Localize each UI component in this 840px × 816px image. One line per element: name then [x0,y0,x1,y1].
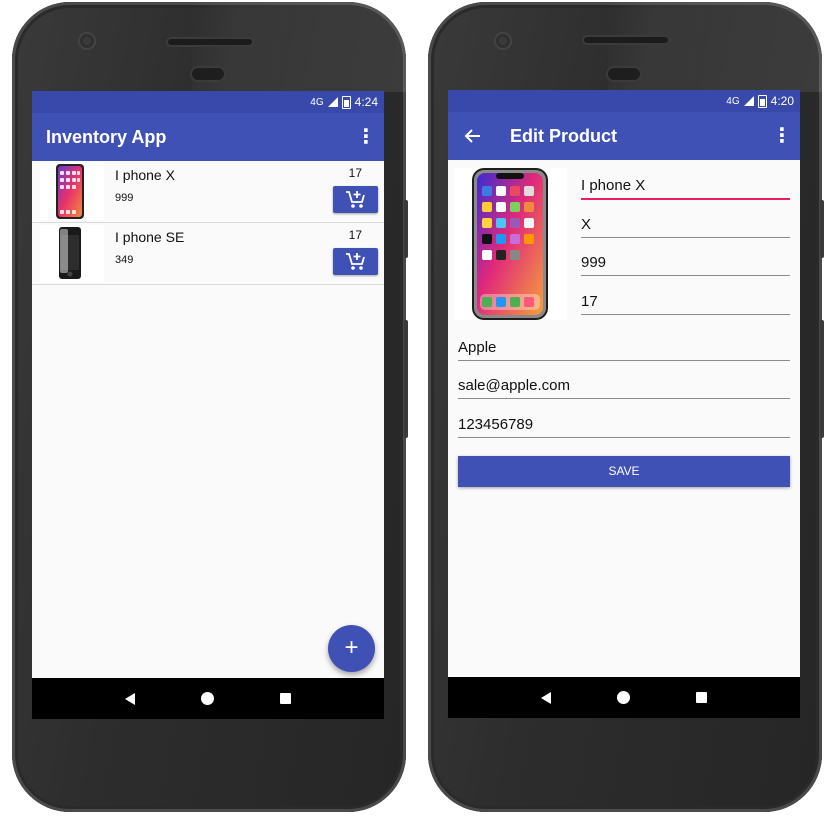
product-name-field[interactable] [581,174,790,200]
arrow-back-icon[interactable] [462,125,484,147]
supplier-email-field[interactable] [458,374,790,399]
product-quantity: 17 [348,166,362,180]
phone-frame-right: 4G 4:20 Edit Product ⋮ I phone X X 999 1… [428,2,824,812]
proximity-sensor [192,68,224,80]
product-image[interactable] [454,168,567,320]
more-vert-icon[interactable]: ⋮ [770,122,794,150]
proximity-sensor [608,68,640,80]
product-image [40,225,104,282]
recents-icon[interactable] [696,692,707,703]
volume-button [404,320,408,438]
screen-inventory: 4G 4:24 Inventory App ⋮ I phone X 999 17… [32,91,384,719]
app-title: Inventory App [46,126,167,147]
screen-edit-product: 4G 4:20 Edit Product ⋮ I phone X X 999 1… [448,90,800,718]
front-camera [80,34,94,48]
back-icon[interactable] [125,692,135,705]
add-shopping-cart-icon [345,252,365,270]
product-quantity-field[interactable] [581,290,790,315]
supplier-name-field[interactable] [458,336,790,361]
add-product-button[interactable]: + [328,625,375,672]
battery-icon [341,95,351,109]
earpiece-speaker [168,39,252,45]
status-bar: 4G 4:24 [32,91,384,113]
home-icon[interactable] [617,691,630,704]
recents-icon[interactable] [280,693,291,704]
product-price-field[interactable] [581,251,790,276]
save-button[interactable]: SAVE [458,456,790,487]
add-to-cart-button[interactable] [333,186,378,213]
back-icon[interactable] [541,691,551,704]
add-shopping-cart-icon [345,190,365,208]
home-icon[interactable] [201,692,214,705]
app-bar: Edit Product ⋮ [448,112,800,160]
power-button [820,200,824,258]
product-price: 349 [115,254,134,266]
list-item[interactable]: I phone X 999 17 [32,161,384,223]
system-nav-bar [32,678,384,719]
front-camera [496,34,510,48]
power-button [404,200,408,258]
more-vert-icon[interactable]: ⋮ [354,123,378,151]
supplier-phone-field[interactable] [458,413,790,438]
signal-icon: 4G [310,96,324,108]
status-time: 4:20 [770,94,794,108]
product-model-field[interactable] [581,213,790,238]
list-item[interactable]: I phone SE 349 17 [32,223,384,285]
page-title: Edit Product [510,125,617,146]
product-image [40,163,104,220]
volume-button [820,320,824,438]
status-bar: 4G 4:20 [448,90,800,112]
system-nav-bar [448,677,800,718]
product-name: I phone SE [115,229,185,245]
battery-icon [757,94,767,108]
app-bar: Inventory App ⋮ [32,113,384,161]
product-quantity: 17 [348,228,362,242]
product-name: I phone X [115,167,175,183]
cell-signal-icon [743,96,754,106]
cell-signal-icon [327,97,338,107]
product-price: 999 [115,192,134,204]
phone-frame-left: 4G 4:24 Inventory App ⋮ I phone X 999 17… [12,2,408,812]
status-time: 4:24 [354,95,378,109]
add-to-cart-button[interactable] [333,248,378,275]
earpiece-speaker [584,37,668,43]
signal-icon: 4G [726,95,740,107]
